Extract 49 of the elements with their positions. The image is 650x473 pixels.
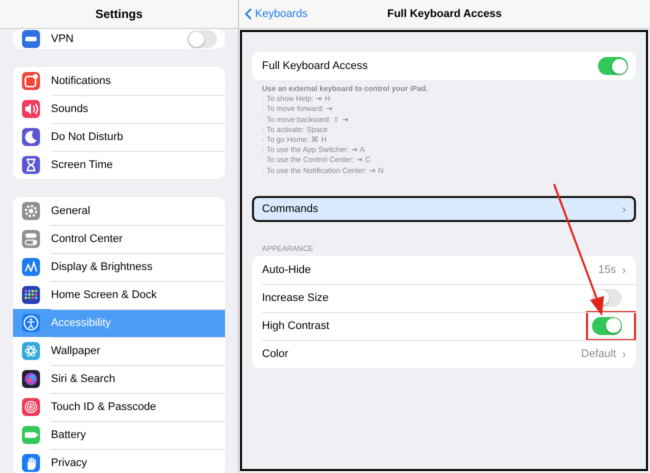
sidebar-item-label: Do Not Disturb	[51, 131, 124, 143]
setting-label: Full Keyboard Access	[262, 60, 368, 72]
toggle-switch[interactable]	[592, 316, 622, 335]
sidebar-item[interactable]: Do Not Disturb	[13, 123, 225, 151]
sidebar-item-label: Display & Brightness	[51, 261, 154, 273]
setting-row[interactable]: Color Default ›	[252, 340, 636, 368]
toggle-switch[interactable]	[598, 57, 628, 75]
setting-label: Color	[262, 348, 288, 360]
sidebar-item[interactable]: Siri & Search	[13, 365, 225, 393]
sidebar-item-label: Control Center	[51, 233, 124, 245]
sidebar-item[interactable]: Notifications	[13, 67, 225, 95]
sidebar-item-label: Siri & Search	[51, 373, 116, 385]
sidebar-item[interactable]: Wallpaper	[13, 337, 225, 365]
sidebar-item-label: Wallpaper	[51, 345, 102, 357]
sidebar-item-label: Screen Time	[51, 159, 114, 171]
sidebar-item-label: Home Screen & Dock	[51, 289, 158, 301]
sidebar-item-label: Notifications	[51, 75, 112, 87]
sidebar-item[interactable]: Screen Time	[13, 151, 225, 179]
sidebar-item[interactable]: Battery	[13, 421, 225, 449]
sidebar-item-label: General	[51, 205, 92, 217]
page-title: Full Keyboard Access	[387, 8, 502, 20]
setting-row[interactable]: Auto-Hide 15s ›	[252, 256, 636, 284]
sidebar-item[interactable]: VPN	[13, 29, 225, 49]
back-chevron-icon	[245, 8, 252, 20]
setting-value: Default	[581, 348, 616, 360]
sidebar-item[interactable]: Sounds	[13, 95, 225, 123]
sidebar-title: Settings	[95, 7, 143, 21]
toggle-switch[interactable]	[187, 30, 217, 48]
chevron-icon: ›	[622, 262, 626, 277]
chevron-icon: ›	[622, 346, 626, 361]
sidebar-item[interactable]: Privacy	[13, 449, 225, 473]
setting-label: Increase Size	[262, 292, 329, 304]
chevron-icon: ›	[622, 202, 626, 216]
sidebar-item-label: Privacy	[51, 457, 88, 469]
sidebar-item-label: Accessibility	[51, 317, 112, 329]
setting-value: 15s	[598, 264, 616, 276]
back-button[interactable]: Keyboards	[239, 7, 314, 21]
commands-row[interactable]: Commands ›	[252, 196, 636, 222]
sidebar-item[interactable]: Control Center	[13, 225, 225, 253]
sidebar-item-label: Battery	[51, 429, 87, 441]
sidebar-item-label: Sounds	[51, 103, 90, 115]
sidebar-item[interactable]: General	[13, 197, 225, 225]
sidebar-item[interactable]: Touch ID & Passcode	[13, 393, 225, 421]
sidebar-item-label: Touch ID & Passcode	[51, 401, 158, 413]
sidebar-item[interactable]: Display & Brightness	[13, 253, 225, 281]
setting-label: Auto-Hide	[262, 264, 311, 276]
sidebar-item[interactable]: Home Screen & Dock	[13, 281, 225, 309]
sidebar-item-label: VPN	[51, 33, 75, 45]
setting-label: High Contrast	[262, 320, 330, 332]
